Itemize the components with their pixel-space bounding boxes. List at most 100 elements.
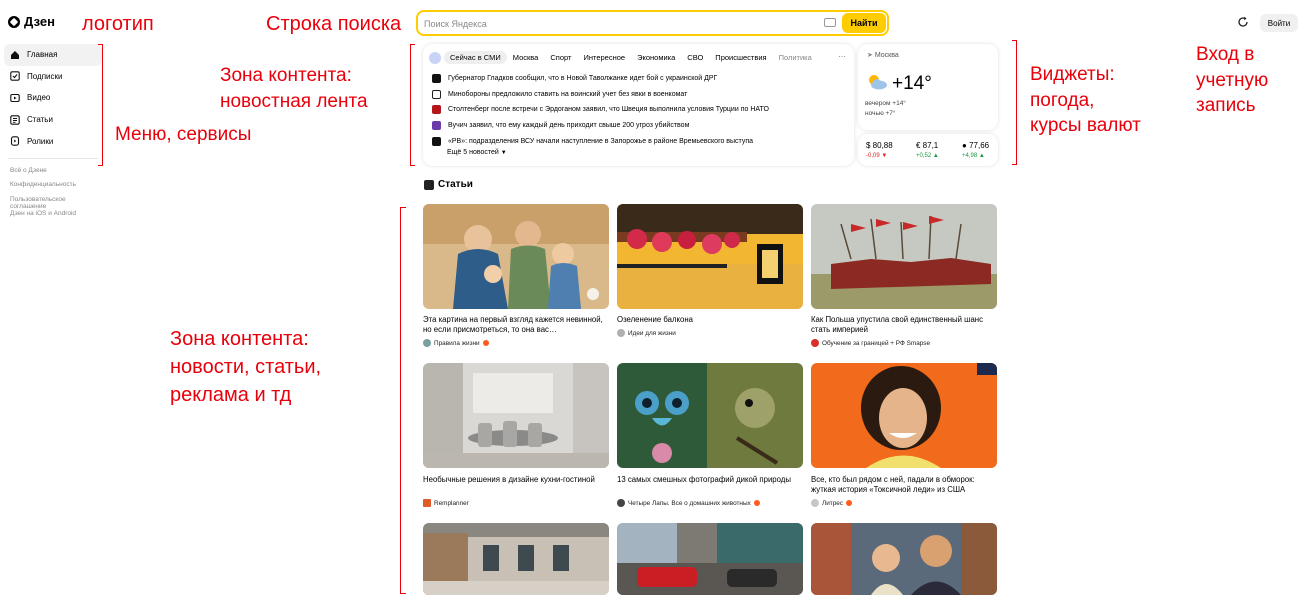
video-icon: [10, 93, 20, 103]
article-image-street[interactable]: [617, 523, 803, 595]
tab-moscow[interactable]: Москва: [507, 51, 545, 64]
news-source-icon: [432, 121, 441, 131]
street-image: [617, 523, 803, 595]
subscriptions-icon: [10, 71, 20, 82]
annotation-bracket-widgets: [1012, 40, 1017, 165]
sidebar-item-articles[interactable]: Статьи: [4, 109, 102, 131]
kitchen-image: [423, 363, 609, 468]
article-source[interactable]: Правила жизни: [423, 339, 489, 347]
articles-section-title[interactable]: Статьи: [424, 179, 473, 190]
article-image-cavalry[interactable]: [811, 204, 997, 309]
tab-svo[interactable]: СВО: [681, 51, 709, 64]
search-button[interactable]: Найти: [842, 13, 886, 33]
news-item[interactable]: Губернатор Гладков сообщил, что в Новой …: [432, 71, 769, 87]
chevron-down-icon: ▼: [500, 150, 507, 156]
weather-widget[interactable]: ➤ Москва +14° вечером +14° ночью +7°: [858, 44, 998, 130]
article-source[interactable]: Четыре Лапы. Все о домашних животных: [617, 499, 760, 507]
home-icon: [11, 50, 19, 59]
news-item[interactable]: Столтенберг после встречи с Эрдоганом за…: [432, 102, 769, 118]
sidebar-item-video[interactable]: Видео: [4, 87, 102, 109]
article-title[interactable]: Озеленение балкона: [617, 315, 803, 325]
article-image-painting[interactable]: [423, 204, 609, 309]
news-headline: Минобороны предложило ставить на воински…: [448, 90, 688, 98]
article-title[interactable]: Эта картина на первый взгляд кажется нев…: [423, 315, 609, 335]
verified-badge-icon: [753, 500, 760, 506]
article-source[interactable]: Remplanner: [423, 499, 469, 507]
article-image-wildlife[interactable]: [617, 363, 803, 468]
old-building-image: [423, 523, 609, 595]
annotation-bracket-menu: [98, 44, 103, 166]
tab-interesting[interactable]: Интересное: [577, 51, 631, 64]
annotation-line: запись: [1196, 95, 1256, 117]
article-image-reading[interactable]: [811, 523, 997, 595]
oil-drop-icon: ●: [962, 141, 967, 150]
articles-icon: [424, 179, 434, 190]
sidebar-item-shorts[interactable]: Ролики: [4, 130, 102, 152]
article-image-kitchen[interactable]: [423, 363, 609, 468]
annotation-login: Вход в учетную запись: [1196, 42, 1268, 119]
source-avatar: [423, 499, 431, 507]
news-item[interactable]: Вучич заявил, что ему каждый день приход…: [432, 118, 769, 134]
news-feed-card: Сейчас в СМИ Москва Спорт Интересное Эко…: [423, 44, 854, 166]
annotation-line: Вход в: [1196, 44, 1255, 65]
sidebar-link-terms[interactable]: Пользовательское соглашение: [4, 196, 102, 211]
article-source-name: Remplanner: [434, 499, 469, 507]
article-image-balcony[interactable]: [617, 204, 803, 309]
article-source-name: Правила жизни: [434, 339, 480, 347]
news-item[interactable]: Минобороны предложило ставить на воински…: [432, 87, 769, 103]
balcony-image: [617, 204, 803, 309]
article-title[interactable]: Как Польша упустила свой единственный ша…: [811, 315, 997, 335]
sidebar-divider: [8, 157, 98, 159]
currency-change-value: +0,52: [916, 153, 932, 159]
tab-politics[interactable]: Политика: [773, 51, 818, 64]
tab-sport[interactable]: Спорт: [544, 51, 577, 64]
more-news-button[interactable]: Ещё 5 новостей ▼: [447, 149, 507, 156]
login-button[interactable]: Войти: [1260, 14, 1298, 32]
sidebar-link-about[interactable]: Всё о Дзене: [4, 167, 102, 182]
logo-text: Дзен: [24, 14, 55, 29]
cavalry-image: [811, 204, 997, 309]
location-arrow-icon: ➤: [867, 52, 873, 59]
news-source-icon: [432, 74, 441, 84]
tab-economy[interactable]: Экономика: [631, 51, 681, 64]
tab-now-in-media[interactable]: Сейчас в СМИ: [444, 51, 507, 64]
painting-image: [423, 204, 609, 309]
article-image-toxic-lady[interactable]: [811, 363, 997, 468]
source-avatar: [423, 339, 431, 347]
sidebar-link-privacy[interactable]: Конфиденциальность: [4, 181, 102, 196]
more-news-label: Ещё 5 новостей: [447, 149, 499, 156]
more-options-icon[interactable]: ···: [838, 52, 846, 61]
news-item[interactable]: «РВ»: подразделения ВСУ начали наступлен…: [432, 133, 769, 149]
article-title[interactable]: Все, кто был рядом с ней, падали в обмор…: [811, 475, 997, 495]
source-avatar: [617, 499, 625, 507]
currency-widget[interactable]: $ 80,88 -0,09 ▼ € 87,1 +0,52 ▲ ● 77,66 +…: [858, 134, 998, 166]
tab-incidents[interactable]: Происшествия: [709, 51, 772, 64]
currency-change-value: +4,98: [962, 153, 978, 159]
article-source[interactable]: Обучение за границей + РФ Smapse: [811, 339, 930, 347]
articles-icon: [10, 114, 20, 125]
article-title[interactable]: Необычные решения в дизайне кухни-гостин…: [423, 475, 609, 485]
keyboard-icon[interactable]: [824, 18, 836, 27]
currency-oil-change: +4,98 ▲: [962, 153, 985, 159]
news-source-icon: [432, 105, 441, 115]
verified-badge-icon: [846, 500, 852, 506]
news-headline: Вучич заявил, что ему каждый день приход…: [448, 122, 690, 130]
sidebar-item-label: Ролики: [27, 136, 54, 146]
sidebar-item-home[interactable]: Главная: [4, 44, 102, 66]
article-source[interactable]: Идеи для жизни: [617, 329, 676, 337]
sidebar-link-apps[interactable]: Дзен на iOS и Android: [4, 210, 102, 225]
source-avatar: [811, 339, 819, 347]
article-image-building[interactable]: [423, 523, 609, 595]
reading-image: [811, 523, 997, 595]
currency-oil-value: 77,66: [969, 141, 990, 150]
sidebar-item-subscriptions[interactable]: Подписки: [4, 66, 102, 88]
weather-temp: +14°: [892, 73, 932, 94]
toxic-lady-image: [811, 363, 997, 468]
search-input[interactable]: [424, 16, 804, 32]
sidebar-item-label: Подписки: [27, 71, 63, 81]
article-title[interactable]: 13 самых смешных фотографий дикой природ…: [617, 475, 803, 485]
refresh-icon[interactable]: [1237, 16, 1249, 28]
dzen-logo[interactable]: Дзен: [8, 14, 55, 29]
article-source[interactable]: Литрес: [811, 499, 852, 507]
sidebar-item-label: Видео: [27, 93, 51, 103]
